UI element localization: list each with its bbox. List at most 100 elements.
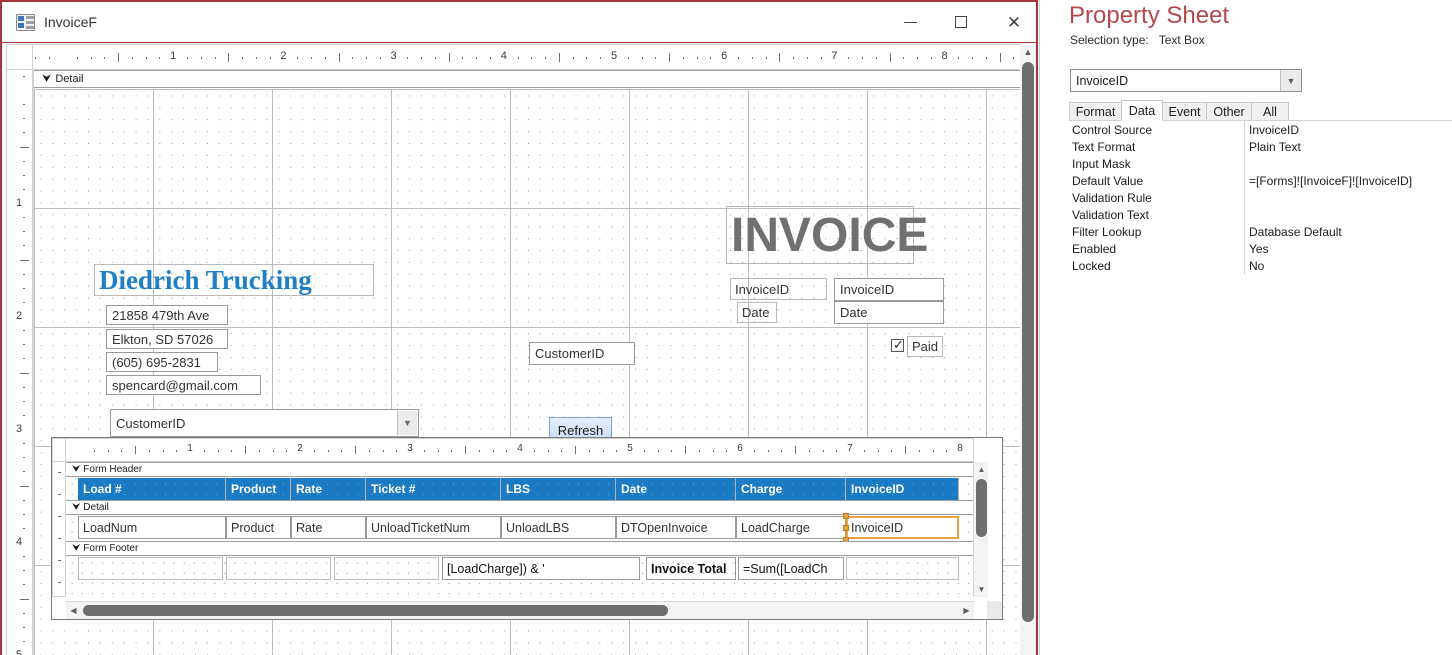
invoiceid-textbox[interactable]: InvoiceID: [834, 278, 944, 301]
subform-ruler-tick: [492, 450, 494, 452]
subform-header-ticket[interactable]: Ticket #: [366, 478, 501, 500]
property-value[interactable]: No: [1245, 257, 1452, 274]
subform-ruler-tick: [877, 450, 879, 452]
minimize-button[interactable]: [886, 2, 934, 42]
detail-section-grid[interactable]: Diedrich Trucking INVOICE 21858 479th Av…: [34, 89, 1020, 655]
subform-header-product[interactable]: Product: [226, 478, 291, 500]
subform-ruler-tick: [231, 450, 233, 452]
address-line-4[interactable]: spencard@gmail.com: [106, 375, 261, 395]
ruler-tick: [462, 57, 464, 59]
design-canvas[interactable]: ⮟ Detail Diedrich Trucking INVOICE 21858 …: [33, 70, 1020, 655]
subform-hscroll-thumb[interactable]: [83, 605, 668, 616]
customerid-textbox[interactable]: CustomerID: [529, 342, 635, 365]
property-value[interactable]: [1245, 155, 1452, 172]
subform-section-form-header[interactable]: ⮟ Form Header: [66, 462, 974, 477]
scroll-left-icon[interactable]: ◀: [66, 602, 81, 619]
ruler-tick: [710, 57, 712, 59]
property-value[interactable]: [1245, 206, 1452, 223]
subform-vertical-scrollbar[interactable]: ▲ ▼: [973, 462, 988, 597]
selection-handle-top[interactable]: [843, 513, 849, 519]
property-tab-format[interactable]: Format: [1069, 102, 1122, 121]
selection-handle-left[interactable]: [843, 525, 849, 531]
footer-total-expression[interactable]: =Sum([LoadCh: [738, 557, 844, 580]
subform-ruler-tick: [93, 450, 95, 452]
subform-vertical-ruler[interactable]: [52, 462, 66, 597]
form-vertical-scrollbar[interactable]: ▲: [1020, 44, 1036, 655]
address-line-2[interactable]: Elkton, SD 57026: [106, 329, 228, 349]
footer-empty-3[interactable]: [334, 557, 439, 580]
address-line-3[interactable]: (605) 695-2831: [106, 352, 218, 372]
subform-ruler-tick: [58, 560, 61, 561]
vertical-ruler[interactable]: 1 2 3 4 5: [6, 70, 33, 655]
subform-ruler-tick: [451, 450, 453, 452]
subform-header-rate[interactable]: Rate: [291, 478, 366, 500]
subform-control-product[interactable]: Product: [226, 516, 291, 539]
scroll-down-icon[interactable]: ▼: [974, 582, 989, 597]
property-value[interactable]: Plain Text: [1245, 138, 1452, 155]
chevron-down-icon[interactable]: ▼: [1280, 70, 1301, 91]
property-tab-all[interactable]: All: [1251, 102, 1289, 121]
property-value[interactable]: Yes: [1245, 240, 1452, 257]
subform-control-loadnum[interactable]: LoadNum: [78, 516, 226, 539]
ruler-tick: [159, 57, 161, 59]
invoiceid-label[interactable]: InvoiceID: [730, 278, 827, 300]
property-tab-data[interactable]: Data: [1121, 100, 1163, 121]
subform-design-canvas[interactable]: ⮟ Form Header Load # Product Rate Ticket…: [66, 462, 974, 597]
ruler-tick: [23, 245, 25, 247]
subform-control-loadcharge[interactable]: LoadCharge: [736, 516, 846, 539]
property-value[interactable]: Database Default: [1245, 223, 1452, 240]
scroll-up-icon[interactable]: ▲: [974, 462, 989, 477]
subform-ruler-tick: [918, 450, 920, 452]
property-tab-other[interactable]: Other: [1206, 102, 1252, 121]
invoice-title-label[interactable]: INVOICE: [726, 206, 928, 264]
subform-header-date[interactable]: Date: [616, 478, 736, 500]
subform-control-rate[interactable]: Rate: [291, 516, 366, 539]
property-tab-event[interactable]: Event: [1162, 102, 1207, 121]
invoice-detail-subform[interactable]: 1 2 3 4 5 6 7 8 ⮟ Form Header Load # Product Ra…: [51, 437, 1003, 620]
property-sheet-object-combobox[interactable]: InvoiceID ▼: [1070, 69, 1302, 92]
maximize-button[interactable]: [937, 2, 985, 42]
customerid-combobox[interactable]: CustomerID ▼: [110, 409, 419, 437]
selection-type-label: Selection type:: [1070, 33, 1149, 47]
footer-invoice-total-label[interactable]: Invoice Total: [646, 557, 736, 580]
date-label[interactable]: Date: [737, 302, 777, 323]
subform-control-unloadticketnum[interactable]: UnloadTicketNum: [366, 516, 501, 539]
paid-checkbox[interactable]: ✓: [891, 338, 904, 352]
section-caret-icon: ⮟: [42, 73, 52, 85]
footer-empty-2[interactable]: [226, 557, 331, 580]
date-textbox[interactable]: Date: [834, 301, 944, 324]
paid-label[interactable]: Paid: [907, 336, 943, 357]
section-bar-detail[interactable]: ⮟ Detail: [34, 70, 1020, 88]
scroll-up-icon[interactable]: ▲: [1020, 44, 1036, 60]
form-vscroll-thumb[interactable]: [1022, 62, 1034, 622]
subform-header-lbs[interactable]: LBS: [501, 478, 616, 500]
subform-horizontal-ruler[interactable]: 1 2 3 4 5 6 7 8: [66, 438, 974, 462]
subform-control-unloadlbs[interactable]: UnloadLBS: [501, 516, 616, 539]
subform-header-invoiceid[interactable]: InvoiceID: [846, 478, 959, 500]
subform-control-dtopeninvoice[interactable]: DTOpenInvoice: [616, 516, 736, 539]
form-design-icon: [16, 14, 35, 31]
subform-vscroll-thumb[interactable]: [976, 479, 987, 537]
subform-control-invoiceid[interactable]: InvoiceID: [846, 516, 959, 539]
footer-empty-1[interactable]: [78, 557, 223, 580]
property-value[interactable]: InvoiceID: [1245, 121, 1452, 138]
property-value[interactable]: [1245, 189, 1452, 206]
horizontal-ruler[interactable]: 1 2 3 4 5 6 7 8: [33, 44, 1036, 70]
property-value[interactable]: =[Forms]![InvoiceF]![InvoiceID]: [1245, 172, 1452, 189]
subform-ruler-tick: [932, 450, 934, 452]
property-name: Validation Text: [1069, 206, 1245, 223]
footer-expression-left[interactable]: [LoadCharge]) & ': [442, 557, 640, 580]
address-line-1[interactable]: 21858 479th Ave: [106, 305, 228, 325]
subform-section-form-footer[interactable]: ⮟ Form Footer: [66, 541, 974, 556]
close-button[interactable]: ✕: [990, 2, 1036, 42]
ruler-tick: [23, 443, 25, 445]
chevron-down-icon[interactable]: ▼: [397, 411, 417, 435]
subform-horizontal-scrollbar[interactable]: ◀ ▶: [66, 601, 974, 619]
subform-header-load[interactable]: Load #: [78, 478, 226, 500]
scroll-right-icon[interactable]: ▶: [959, 602, 974, 619]
footer-empty-4[interactable]: [846, 557, 959, 580]
subform-ruler-tick-label: 4: [517, 443, 523, 454]
company-title-label[interactable]: Diedrich Trucking: [94, 264, 374, 296]
subform-header-charge[interactable]: Charge: [736, 478, 846, 500]
subform-section-detail[interactable]: ⮟ Detail: [66, 500, 974, 515]
